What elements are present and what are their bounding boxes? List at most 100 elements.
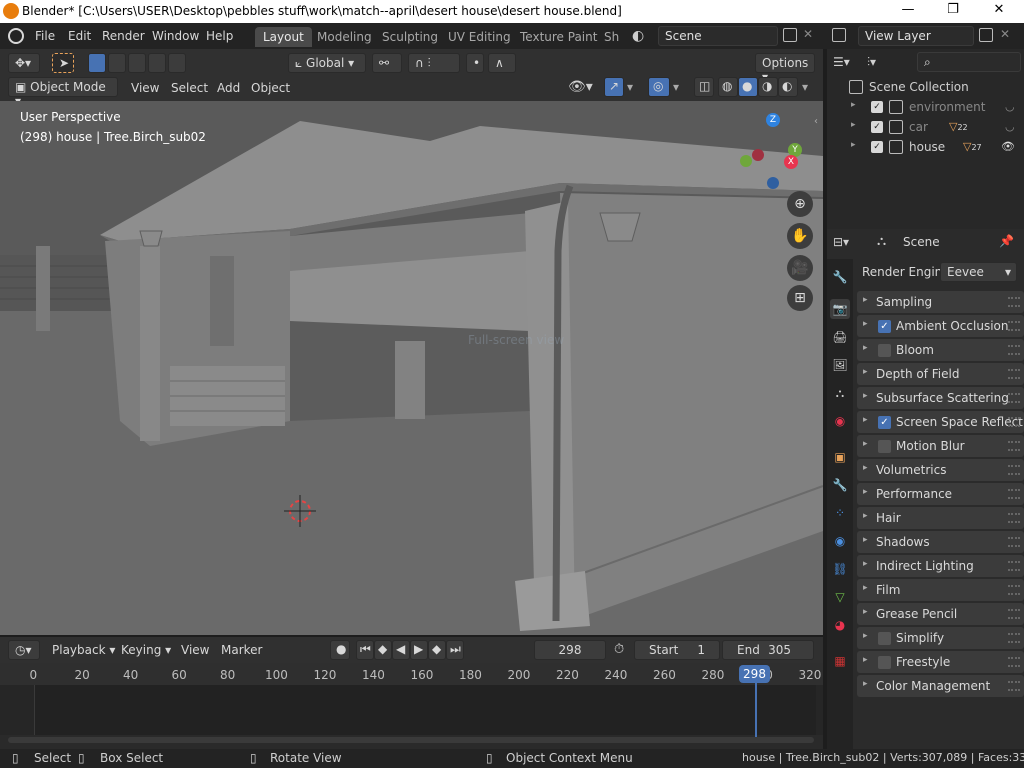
ortho-grid-icon[interactable]: ⊞ (787, 285, 813, 311)
timeline-area[interactable]: 0 20 40 60 80 100 120 140 160 180 200 220 240 260 280 3… (0, 663, 823, 749)
data-tab-icon[interactable]: ▽ (830, 587, 850, 607)
overlay-toggle-button[interactable]: ◎ (648, 77, 670, 97)
constraints-tab-icon[interactable]: ⛓ (830, 559, 850, 579)
select-mode-extend-button[interactable] (108, 53, 126, 73)
expand-arrow-icon[interactable]: ▸ (863, 439, 868, 449)
shading-material-button[interactable]: ◑ (758, 77, 778, 97)
tool-tab-icon[interactable]: 🔧 (830, 267, 850, 287)
record-button[interactable]: ● (330, 640, 350, 660)
expand-arrow-icon[interactable]: ▸ (863, 463, 868, 473)
exclude-checkbox[interactable]: ✓ (871, 101, 883, 113)
gizmo-dropdown-icon[interactable]: ▾ (627, 80, 633, 94)
hide-eye-icon[interactable]: ◡ (1005, 100, 1015, 113)
expand-arrow-icon[interactable]: ▸ (863, 295, 868, 305)
pan-hand-icon[interactable]: ✋ (787, 223, 813, 249)
select-mode-intersect-button[interactable] (168, 53, 186, 73)
select-tool-button[interactable]: ➤ (52, 53, 74, 73)
expand-arrow-icon[interactable]: ▸ (863, 367, 868, 377)
delete-view-layer-icon[interactable]: ✕ (1000, 27, 1010, 41)
drag-grip-icon[interactable] (1008, 561, 1020, 571)
drag-grip-icon[interactable] (1008, 489, 1020, 499)
current-frame-field[interactable]: 298 (534, 640, 606, 660)
expand-arrow-icon[interactable]: ▸ (863, 415, 868, 425)
menu-help[interactable]: Help (206, 29, 233, 43)
axis-neg-z-icon[interactable] (767, 177, 779, 189)
filter-icon[interactable]: ⫶▾ (867, 55, 876, 70)
menu-edit[interactable]: Edit (68, 29, 91, 43)
modifier-tab-icon[interactable]: 🔧 (830, 475, 850, 495)
axis-z-icon[interactable]: Z (766, 113, 780, 127)
expand-arrow-icon[interactable]: ▸ (863, 655, 868, 665)
jump-end-button[interactable]: ⏭ (446, 640, 464, 660)
xray-toggle-button[interactable]: ◫ (694, 77, 714, 97)
transform-orientation-dropdown[interactable]: ⟀ Global ▾ (288, 53, 366, 73)
hide-eye-icon[interactable]: ◡ (1005, 120, 1015, 133)
panel-enable-checkbox[interactable]: ✓ (878, 320, 891, 333)
panel-depth-of-field[interactable]: ▸ Depth of Field (857, 363, 1024, 385)
drag-grip-icon[interactable] (1008, 369, 1020, 379)
proportional-falloff-dropdown[interactable]: ∧ (488, 53, 516, 73)
object-mode-dropdown[interactable]: ▣ Object Mode ▾ (8, 77, 118, 108)
drag-grip-icon[interactable] (1008, 513, 1020, 523)
expand-arrow-icon[interactable]: ▸ (863, 559, 868, 569)
tab-modeling[interactable]: Modeling (309, 27, 380, 47)
options-dropdown[interactable]: Options ▾ (755, 53, 815, 84)
properties-editor-icon[interactable]: ⊟▾ (833, 235, 849, 249)
prev-keyframe-button[interactable]: ◆ (374, 640, 392, 660)
shading-wireframe-button[interactable]: ◍ (718, 77, 738, 97)
panel-sampling[interactable]: ▸ Sampling (857, 291, 1024, 313)
drag-grip-icon[interactable] (1008, 345, 1020, 355)
visibility-eye-icon[interactable]: 👁▾ (568, 79, 593, 95)
shading-rendered-button[interactable]: ◐ (778, 77, 798, 97)
proportional-edit-button[interactable]: • (466, 53, 484, 73)
camera-view-icon[interactable]: 🎥 (787, 255, 813, 281)
expand-arrow-icon[interactable]: ▸ (863, 607, 868, 617)
panel-film[interactable]: ▸ Film (857, 579, 1024, 601)
render-engine-dropdown[interactable]: Eevee ▾ (940, 262, 1017, 282)
play-reverse-button[interactable]: ◀ (392, 640, 410, 660)
tab-sculpting[interactable]: Sculpting (374, 27, 446, 47)
snap-dropdown[interactable]: ∩ ⫶ (408, 53, 460, 73)
expand-arrow-icon[interactable]: ▸ (863, 511, 868, 521)
object-tab-icon[interactable]: ▣ (830, 447, 850, 467)
material-tab-icon[interactable]: ◕ (830, 615, 850, 635)
expand-arrow-icon[interactable]: ▸ (851, 140, 856, 150)
menu-object[interactable]: Object (251, 81, 290, 95)
timeline-scrollbar[interactable] (8, 737, 814, 743)
expand-arrow-icon[interactable]: ▸ (863, 343, 868, 353)
panel-enable-checkbox[interactable]: ✓ (878, 416, 891, 429)
sidebar-toggle-icon[interactable]: ‹ (814, 116, 818, 127)
tab-shading[interactable]: Sh (596, 27, 627, 47)
playhead-frame-badge[interactable]: 298 (739, 665, 770, 683)
frame-ruler[interactable]: 0 20 40 60 80 100 120 140 160 180 200 220 240 260 280 3… (0, 663, 823, 685)
expand-arrow-icon[interactable]: ▸ (863, 679, 868, 689)
drag-grip-icon[interactable] (1008, 657, 1020, 667)
menu-window[interactable]: Window (152, 29, 199, 43)
new-scene-icon[interactable] (783, 28, 797, 42)
stopwatch-icon[interactable]: ⏱ (614, 642, 624, 657)
expand-arrow-icon[interactable]: ▸ (863, 583, 868, 593)
panel-shadows[interactable]: ▸ Shadows (857, 531, 1024, 553)
view-layer-tab-icon[interactable]: 🖼 (830, 355, 850, 375)
panel-simplify[interactable]: ▸ Simplify (857, 627, 1024, 649)
scene-tab-icon[interactable]: ⛬ (830, 383, 850, 403)
panel-enable-checkbox[interactable] (878, 440, 891, 453)
expand-arrow-icon[interactable]: ▸ (863, 487, 868, 497)
scene-collection-row[interactable]: Scene Collection (827, 77, 1024, 97)
expand-arrow-icon[interactable]: ▸ (851, 100, 856, 110)
panel-enable-checkbox[interactable] (878, 344, 891, 357)
panel-ambient-occlusion[interactable]: ▸ ✓ Ambient Occlusion (857, 315, 1024, 337)
panel-grease-pencil[interactable]: ▸ Grease Pencil (857, 603, 1024, 625)
outliner-row-car[interactable]: ▸ ✓ car ▽22 ◡ (827, 117, 1024, 137)
texture-tab-icon[interactable]: ▦ (830, 651, 850, 671)
panel-hair[interactable]: ▸ Hair (857, 507, 1024, 529)
axis-x-icon[interactable]: X (784, 155, 798, 169)
select-mode-subtract-button[interactable] (128, 53, 146, 73)
editor-type-button[interactable]: ✥▾ (8, 53, 40, 73)
start-frame-field[interactable]: Start 1 (634, 640, 720, 660)
axis-neg-y-icon[interactable] (740, 155, 752, 167)
particles-tab-icon[interactable]: ⁘ (830, 503, 850, 523)
outliner-row-house[interactable]: ▸ ✓ house ▽27 👁 (827, 137, 1024, 157)
panel-volumetrics[interactable]: ▸ Volumetrics (857, 459, 1024, 481)
drag-grip-icon[interactable] (1008, 297, 1020, 307)
